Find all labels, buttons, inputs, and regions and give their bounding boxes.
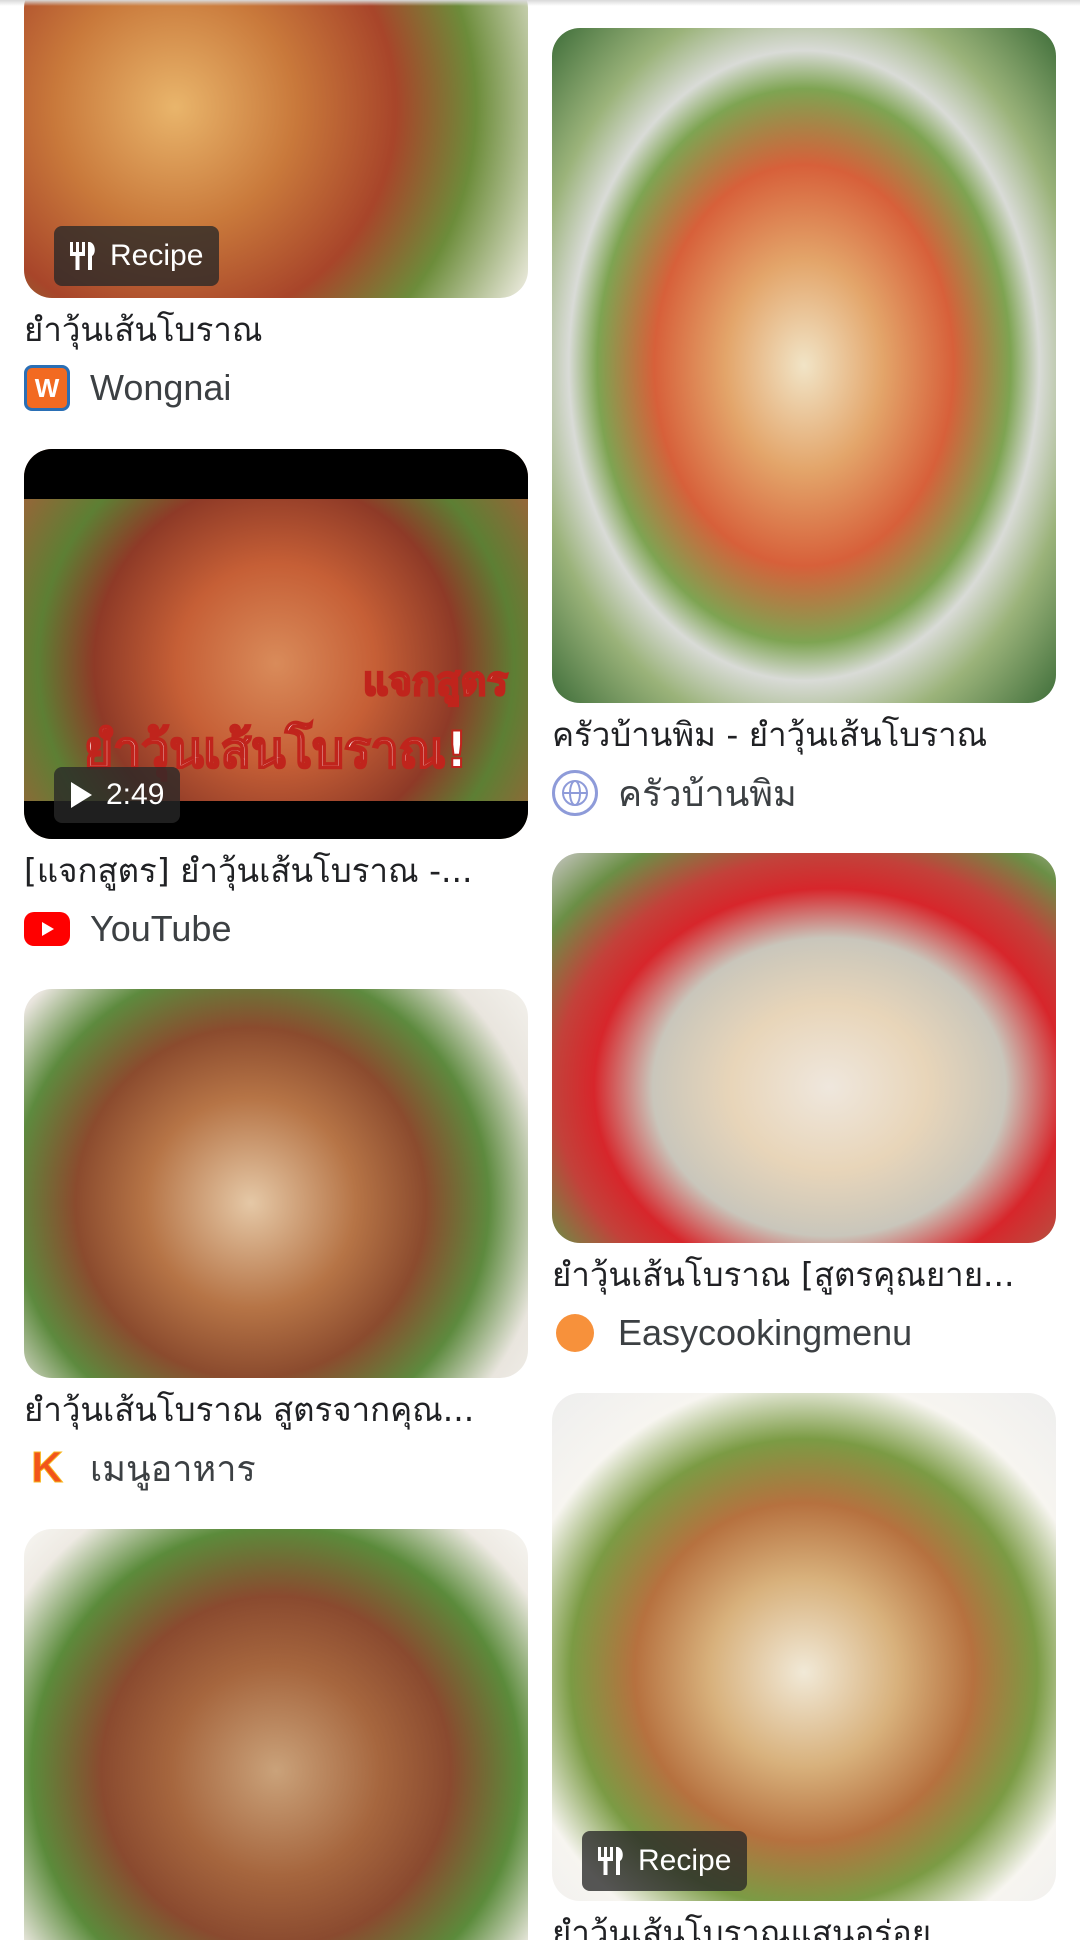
source-name: Easycookingmenu [618,1312,913,1353]
result-thumbnail[interactable] [24,1529,528,1940]
result-source[interactable]: K เมนูอาหาร [24,1443,528,1493]
result-card-menu-ahan[interactable]: ยำวุ้นเส้นโบราณ สูตรจากคุณ... K เมนูอาหา… [24,989,528,1493]
video-duration: 2:49 [106,778,165,811]
result-card-wongnai[interactable]: Recipe ยำวุ้นเส้นโบราณ W Wongnai [24,0,528,412]
result-title[interactable]: ยำวุ้นเส้นโบราณ สูตรจากคุณ... [24,1388,528,1432]
source-name: ครัวบ้านพิม [618,772,797,814]
play-icon [71,782,92,808]
result-card-partial-left[interactable] [24,1529,528,1940]
video-duration-badge: 2:49 [54,767,181,823]
recipe-badge-label: Recipe [638,1844,732,1877]
result-title[interactable]: ครัวบ้านพิม - ยำวุ้นเส้นโบราณ [552,713,1056,757]
globe-icon [552,770,598,816]
result-title[interactable]: ยำวุ้นเส้นโบราณแสนอร่อย [552,1911,1056,1940]
wongnai-logo-icon: W [24,365,70,411]
recipe-badge: Recipe [54,226,220,286]
result-thumbnail[interactable]: Recipe [24,0,528,298]
video-thumbnail[interactable]: แจกสูตร ยำวุ้นเส้นโบราณ! 2:49 [24,449,528,839]
result-thumbnail[interactable]: Recipe [552,1393,1056,1901]
result-card-krua-ban-pim[interactable]: ครัวบ้านพิม - ยำวุ้นเส้นโบราณ ครัวบ้านพิ… [552,28,1056,817]
video-overlay-subtitle: แจกสูตร [362,658,509,706]
utensils-icon [598,1847,623,1875]
globe-glyph-icon [562,780,588,806]
result-thumbnail[interactable] [552,28,1056,703]
result-card-easycooking[interactable]: ยำวุ้นเส้นโบราณ [สูตรคุณยาย... Easycooki… [552,853,1056,1357]
image-results-grid: Recipe ยำวุ้นเส้นโบราณ W Wongnai แจกสูตร… [0,0,1080,1940]
source-name: เมนูอาหาร [90,1447,256,1489]
result-title[interactable]: [แจกสูตร] ยำวุ้นเส้นโบราณ -... [24,849,528,893]
utensils-icon [70,242,95,270]
recipe-badge: Recipe [582,1831,748,1891]
result-thumbnail[interactable] [552,853,1056,1243]
source-name: YouTube [90,908,232,949]
result-source[interactable]: YouTube [24,905,528,953]
result-source[interactable]: W Wongnai [24,364,528,412]
source-name: Wongnai [90,367,232,408]
youtube-play-icon [42,922,54,936]
result-card-youtube[interactable]: แจกสูตร ยำวุ้นเส้นโบราณ! 2:49 [แจกสูตร] … [24,449,528,953]
result-source[interactable]: Easycookingmenu [552,1309,1056,1357]
k-logo-icon: K [24,1443,70,1493]
result-card-partial-right[interactable]: Recipe ยำวุ้นเส้นโบราณแสนอร่อย [552,1393,1056,1940]
top-shadow [0,0,1080,6]
youtube-logo-icon [24,912,70,946]
result-thumbnail[interactable] [24,989,528,1378]
letterbox-top [24,449,528,499]
recipe-badge-label: Recipe [110,239,204,272]
result-title[interactable]: ยำวุ้นเส้นโบราณ [24,308,528,352]
result-source[interactable]: ครัวบ้านพิม [552,769,1056,817]
result-title[interactable]: ยำวุ้นเส้นโบราณ [สูตรคุณยาย... [552,1253,1056,1297]
easycooking-logo-icon [556,1314,594,1352]
